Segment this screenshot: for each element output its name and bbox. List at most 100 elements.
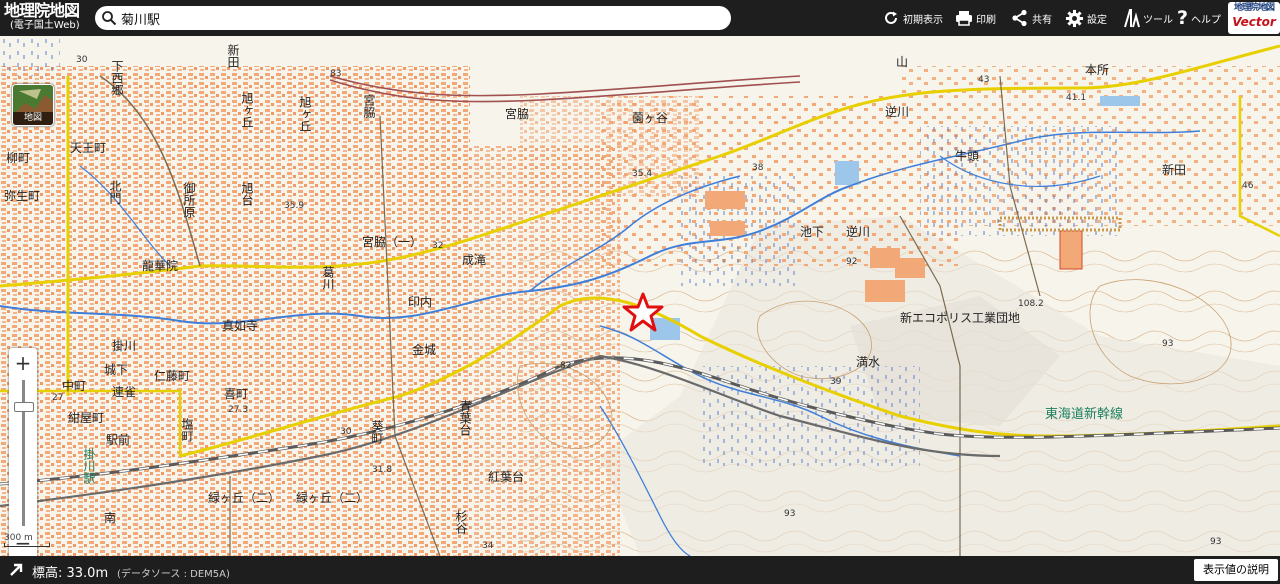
place-label: 紺屋町 [68,411,105,425]
spot-height: 30 [340,427,352,437]
settings-label: 設定 [1087,14,1107,26]
search-icon[interactable] [101,10,117,26]
place-label: 緑ヶ丘（二） [296,491,369,505]
place-label: 宮脇 [362,94,376,118]
spot-height: 30 [76,55,88,65]
share-label: 共有 [1032,14,1052,26]
spot-height: 93 [784,509,796,519]
map-canvas[interactable]: 下西郷 新田 旭ヶ丘 旭ヶ丘 宮脇 宮脇 薗ヶ谷 山 本所 逆川 牛頭 新田 柳… [0,36,1280,556]
place-label: 弥生町 [4,189,41,203]
gear-icon [1065,9,1084,27]
place-label: 駅前 [106,433,131,447]
tools-label: ツール [1143,14,1173,26]
place-label: 旭ヶ丘 [298,96,312,132]
scale-line [4,543,50,547]
spot-height: 46 [1242,181,1254,191]
spot-height: 43 [978,75,990,85]
tools-icon [1124,9,1140,28]
arrow-up-right-icon [10,563,23,576]
spot-height: 93 [1162,339,1174,349]
search-box[interactable] [95,6,731,30]
vector-logo[interactable]: 地理院地図 Vector [1228,2,1280,34]
zoom-in-button[interactable]: + [9,350,37,376]
printer-icon [956,11,972,26]
place-label: 下西郷 [110,60,124,96]
app-title: 地理院地図 [4,1,80,20]
spot-height: 32 [432,241,444,251]
place-label: 葵町 [370,420,384,444]
spot-height: 108.2 [1018,299,1044,309]
place-label: 薗ヶ谷 [632,111,669,125]
place-label: 本所 [1085,63,1110,77]
place-label: 南 [104,511,117,525]
top-bar: 地理院地図 (電子国土Web) 初期表示 印刷 共有 設定 ツール ? ヘルプ … [0,0,1280,36]
layer-switch-label: 地図 [13,112,53,125]
place-label: 龍華院 [142,259,179,273]
app-logo[interactable]: 地理院地図 (電子国土Web) [4,2,92,34]
settings-button[interactable]: 設定 [1065,7,1107,29]
scale-label: 300 m [4,533,33,543]
bottom-bar: 標高: 33.0m (データソース : DEM5A) 表示値の説明 [0,556,1280,584]
place-label: 柳町 [6,151,31,165]
share-button[interactable]: 共有 [1011,7,1052,29]
zoom-control: + − [9,348,37,556]
place-label: 紅葉台 [488,470,525,484]
initial-view-button[interactable]: 初期表示 [882,7,943,29]
place-label: 天王町 [70,141,107,155]
place-label: 緑ヶ丘（二） [208,491,281,505]
place-label: 山 [896,55,909,69]
spot-height: 83 [330,69,342,79]
place-label: 御所原 [182,182,196,218]
spot-height: 92 [846,257,858,267]
place-label: 真如寺 [222,319,259,333]
print-button[interactable]: 印刷 [955,7,996,29]
tools-button[interactable]: ツール [1122,7,1173,29]
layer-switch-button[interactable]: 地図 [12,84,54,126]
spot-height: 31.8 [372,465,393,475]
help-icon: ? [1177,7,1189,29]
place-label: 旭台 [240,182,254,206]
place-label: 掛川 [112,339,137,353]
spot-height: 38 [752,163,764,173]
print-label: 印刷 [976,14,996,26]
search-input[interactable] [121,8,711,28]
place-label: 新田 [1162,163,1187,177]
spot-height: 27.3 [228,405,249,415]
spot-height: 35.4 [632,169,653,179]
place-label: 満水 [856,355,881,369]
spot-height: 41.1 [1066,93,1087,103]
spot-height: 27 [52,393,64,403]
place-label: 葛川 [321,266,335,290]
scale-bar: 300 m [4,533,50,547]
place-label: 逆川 [846,225,871,239]
place-label: 北門 [108,180,122,204]
spot-height: 39 [830,377,842,387]
elevation-readout: 標高: 33.0m [32,566,109,581]
location-star-marker[interactable] [622,292,664,332]
place-label: 金城 [412,343,437,357]
place-label: 仁藤町 [154,369,191,383]
station-label: 掛川駅 [82,448,96,484]
help-label: ヘルプ [1191,14,1222,26]
app-subtitle: (電子国土Web) [10,20,80,31]
place-label: 喜町 [224,387,249,401]
place-label: 成滝 [462,253,487,267]
help-button[interactable]: ? ヘルプ [1177,7,1221,29]
spot-height: 35.9 [284,201,305,211]
place-label: 宮脇 [505,107,530,121]
spot-height: 93 [1210,537,1222,547]
explain-values-button[interactable]: 表示値の説明 [1194,559,1278,581]
vector-logo-text: Vector [1232,15,1276,29]
place-label: 連雀 [112,385,137,399]
place-label: 塩町 [180,418,194,442]
place-label: 新田 [226,44,240,68]
spot-height: 82 [560,361,572,371]
data-source-text: (データソース : DEM5A) [117,569,230,580]
place-label: 旭ヶ丘 [240,92,254,128]
place-label: 池下 [800,225,825,239]
place-label: 中町 [62,379,87,393]
zoom-slider-handle[interactable] [14,402,34,412]
place-label: 宮脇（一） [362,235,423,249]
place-label: 城下 [104,363,129,377]
place-label: 新エコポリス工業団地 [900,311,1021,325]
